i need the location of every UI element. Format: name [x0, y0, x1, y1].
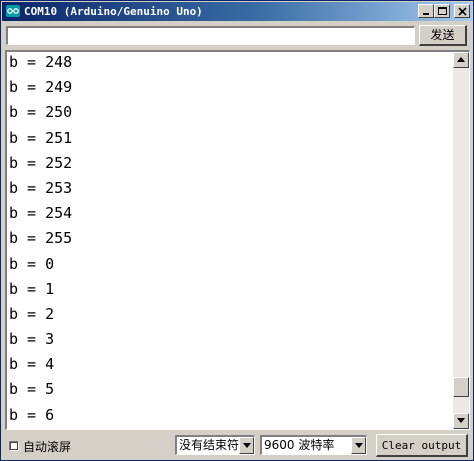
arduino-logo-icon — [6, 5, 20, 17]
baud-rate-value: 9600 波特率 — [264, 438, 335, 452]
minimize-button[interactable] — [418, 4, 434, 18]
line-ending-value: 没有结束符 — [179, 438, 240, 452]
serial-monitor-window: COM10 (Arduino/Genuino Uno) 发送 b = 248 b … — [0, 0, 474, 461]
output-line: b = 252 — [9, 153, 73, 172]
scroll-up-button[interactable] — [453, 52, 469, 68]
send-input[interactable] — [6, 26, 415, 45]
maximize-button[interactable] — [434, 4, 450, 18]
window-title: COM10 (Arduino/Genuino Uno) — [24, 5, 203, 18]
output-lines: b = 248 b = 249 b = 250 b = 251 b = 252 b = 2… — [9, 52, 454, 428]
autoscroll-label: 自动滚屏 — [23, 439, 72, 454]
output-line: b = 251 — [9, 128, 73, 147]
vertical-scrollbar[interactable] — [453, 52, 469, 429]
output-line: b = 253 — [9, 178, 73, 197]
line-ending-select[interactable]: 没有结束符 — [175, 435, 255, 455]
output-line: b = 4 — [9, 355, 55, 374]
output-line: b = 5 — [9, 380, 55, 399]
scroll-down-button[interactable] — [453, 413, 469, 429]
clear-output-button[interactable]: Clear output — [376, 434, 468, 457]
title-bar[interactable]: COM10 (Arduino/Genuino Uno) — [2, 2, 472, 21]
output-line: b = 250 — [9, 103, 73, 122]
output-line: b = 249 — [9, 78, 73, 97]
baud-rate-select[interactable]: 9600 波特率 — [260, 435, 367, 455]
scroll-thumb[interactable] — [453, 376, 469, 397]
output-line: b = 6 — [9, 405, 55, 424]
serial-output[interactable]: b = 248 b = 249 b = 250 b = 251 b = 252 b = 2… — [5, 50, 470, 430]
output-line: b = 3 — [9, 330, 55, 349]
autoscroll-checkbox[interactable]: 自动滚屏 — [9, 438, 71, 454]
chevron-down-icon[interactable] — [351, 437, 366, 454]
send-button[interactable]: 发送 — [419, 25, 467, 46]
output-line: b = 254 — [9, 204, 73, 223]
chevron-down-icon[interactable] — [239, 437, 254, 454]
output-line: b = 0 — [9, 254, 55, 273]
checkbox-box[interactable] — [9, 441, 19, 451]
output-line: b = 255 — [9, 229, 73, 248]
output-line: b = 1 — [9, 279, 55, 298]
close-button[interactable] — [454, 4, 470, 18]
output-line: b = 2 — [9, 304, 55, 323]
bottom-bar: 自动滚屏 没有结束符 9600 波特率 Clear output — [1, 433, 474, 460]
output-line: b = 248 — [9, 53, 73, 71]
